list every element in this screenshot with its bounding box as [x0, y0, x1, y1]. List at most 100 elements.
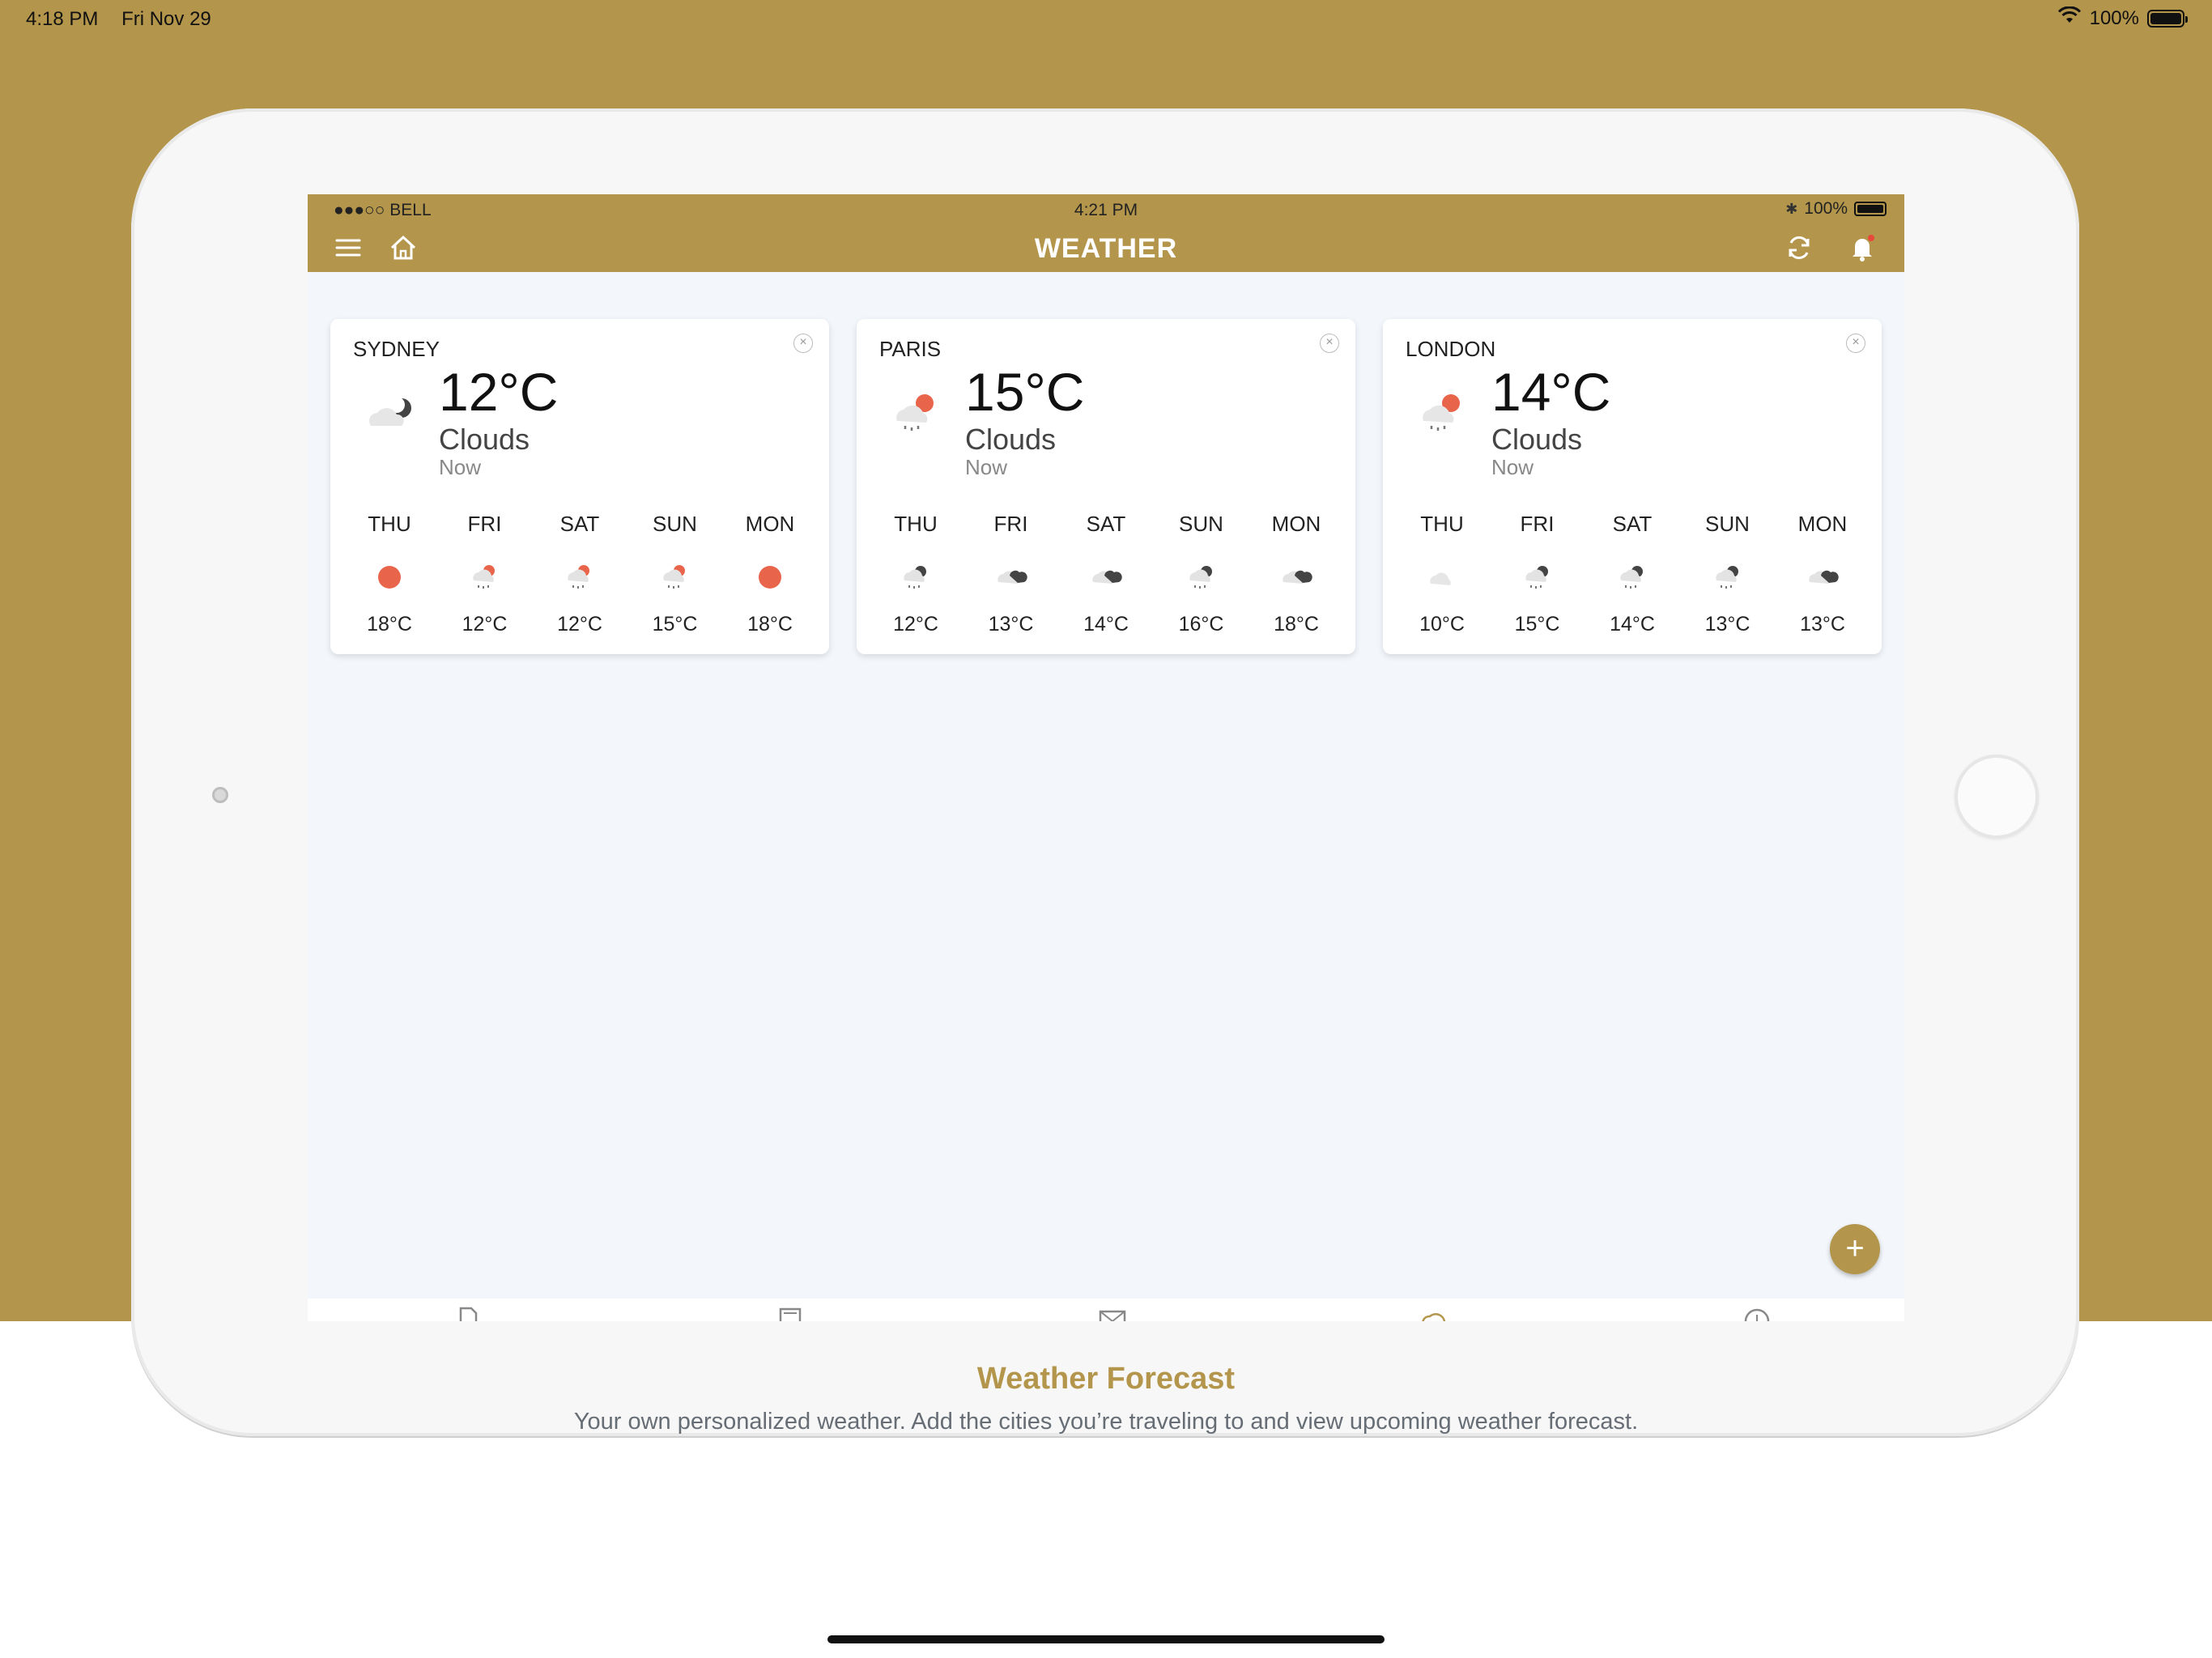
forecast-day: MON 18°C — [725, 512, 815, 636]
city-name: LONDON — [1406, 337, 1496, 361]
forecast-day-label: THU — [368, 512, 411, 536]
forecast-day: FRI 12°C — [440, 512, 530, 636]
app-header: ●●●○○ BELL 4:21 PM ✱ 100% WEATHER — [308, 194, 1904, 272]
weather-description: Clouds — [1491, 423, 1583, 456]
weather-tab-icon[interactable] — [1419, 1305, 1451, 1321]
city-name: SYDNEY — [353, 337, 440, 361]
forecast-day: MON 18°C — [1252, 512, 1341, 636]
forecast-day-label: SAT — [1086, 512, 1126, 536]
city-card-sydney[interactable]: SYDNEY × 12°C Clouds Now THU 18°C FRI 12… — [330, 319, 829, 654]
rain-night-icon — [1157, 559, 1246, 595]
forecast-day: SUN 13°C — [1683, 512, 1772, 636]
forecast-day-label: FRI — [993, 512, 1028, 536]
close-icon[interactable]: × — [1846, 334, 1865, 353]
home-indicator — [827, 1635, 1385, 1643]
forecast-row: THU 18°C FRI 12°C SAT 12°C SUN 15°C MON — [345, 512, 815, 636]
close-icon[interactable]: × — [1320, 334, 1339, 353]
caption-subtitle: Your own personalized weather. Add the c… — [573, 1409, 1639, 1435]
forecast-temp: 10°C — [1419, 613, 1465, 636]
cloud-night-icon — [1252, 559, 1341, 595]
time-label: Now — [439, 455, 482, 479]
forecast-day: FRI 15°C — [1493, 512, 1582, 636]
forecast-temp: 13°C — [1704, 613, 1750, 636]
bell-icon[interactable] — [1846, 232, 1878, 264]
rain-sun-icon — [535, 559, 624, 595]
forecast-day-label: THU — [894, 512, 938, 536]
forecast-day: FRI 13°C — [967, 512, 1056, 636]
close-icon[interactable]: × — [793, 334, 813, 353]
clock-icon[interactable] — [1741, 1305, 1773, 1321]
inner-time: 4:21 PM — [1074, 201, 1138, 219]
forecast-temp: 15°C — [652, 613, 698, 636]
forecast-temp: 13°C — [1800, 613, 1845, 636]
wifi-icon — [2057, 6, 2082, 30]
device-home-button — [1955, 755, 2039, 839]
forecast-day: SUN 16°C — [1157, 512, 1246, 636]
app-screen: ●●●○○ BELL 4:21 PM ✱ 100% WEATHER SYDNEY… — [308, 194, 1904, 1321]
forecast-day-label: FRI — [467, 512, 502, 536]
add-city-button[interactable]: + — [1830, 1224, 1880, 1274]
weather-description: Clouds — [965, 423, 1057, 456]
inner-battery-icon — [1854, 202, 1887, 216]
city-name: PARIS — [879, 337, 942, 361]
notes-icon[interactable] — [774, 1305, 806, 1321]
forecast-day-label: MON — [745, 512, 795, 536]
system-battery-percent: 100% — [2089, 6, 2139, 29]
cloud-moon-icon — [363, 389, 419, 437]
system-status-bar: 4:18 PM Fri Nov 29 100% — [0, 0, 2212, 40]
forecast-day: SAT 12°C — [535, 512, 624, 636]
mail-icon[interactable] — [1096, 1305, 1129, 1321]
forecast-day-label: THU — [1420, 512, 1464, 536]
forecast-day-label: SUN — [653, 512, 697, 536]
forecast-day-label: MON — [1271, 512, 1321, 536]
forecast-temp: 13°C — [988, 613, 1034, 636]
battery-icon — [2147, 9, 2188, 28]
sun-icon — [345, 559, 434, 595]
caption-title: Weather Forecast — [976, 1362, 1236, 1396]
forecast-temp: 12°C — [893, 613, 938, 636]
system-date: Fri Nov 29 — [121, 8, 211, 30]
nav-row: WEATHER — [308, 223, 1904, 272]
cloud-night-icon — [1778, 559, 1867, 595]
document-icon[interactable] — [452, 1305, 484, 1321]
sun-icon — [725, 559, 815, 595]
rain-night-icon — [1588, 559, 1677, 595]
forecast-temp: 14°C — [1083, 613, 1129, 636]
forecast-temp: 14°C — [1610, 613, 1655, 636]
time-label: Now — [1491, 455, 1534, 479]
bottom-tab-bar — [308, 1299, 1904, 1321]
city-card-london[interactable]: LONDON × 14°C Clouds Now THU 10°C FRI 15… — [1383, 319, 1882, 654]
bluetooth-icon: ✱ — [1785, 200, 1798, 217]
forecast-row: THU 10°C FRI 15°C SAT 14°C SUN 13°C MON — [1397, 512, 1867, 636]
rain-night-icon — [1493, 559, 1582, 595]
forecast-day-label: MON — [1797, 512, 1848, 536]
inner-status-bar: ●●●○○ BELL 4:21 PM ✱ 100% — [308, 194, 1904, 219]
forecast-temp: 12°C — [557, 613, 602, 636]
refresh-icon[interactable] — [1783, 232, 1815, 264]
rain-night-icon — [871, 559, 960, 595]
current-temp: 12°C — [439, 362, 559, 422]
forecast-day: MON 13°C — [1778, 512, 1867, 636]
page-title: WEATHER — [1034, 233, 1178, 264]
forecast-day: SAT 14°C — [1588, 512, 1677, 636]
forecast-temp: 16°C — [1178, 613, 1224, 636]
forecast-day: SUN 15°C — [631, 512, 720, 636]
rain-sun-icon — [1415, 389, 1472, 437]
forecast-temp: 18°C — [747, 613, 793, 636]
current-temp: 15°C — [965, 362, 1085, 422]
inner-battery-percent: 100% — [1804, 199, 1848, 218]
forecast-day: THU 10°C — [1397, 512, 1487, 636]
city-card-paris[interactable]: PARIS × 15°C Clouds Now THU 12°C FRI 13°… — [857, 319, 1355, 654]
forecast-temp: 18°C — [1274, 613, 1319, 636]
forecast-day-label: SAT — [1612, 512, 1653, 536]
forecast-row: THU 12°C FRI 13°C SAT 14°C SUN 16°C MON — [871, 512, 1341, 636]
camera-icon — [212, 787, 228, 803]
rain-night-icon — [1683, 559, 1772, 595]
current-temp: 14°C — [1491, 362, 1611, 422]
rain-sun-icon — [631, 559, 720, 595]
rain-sun-icon — [440, 559, 530, 595]
forecast-day-label: SUN — [1705, 512, 1750, 536]
forecast-day: SAT 14°C — [1061, 512, 1151, 636]
forecast-day: THU 12°C — [871, 512, 960, 636]
forecast-day: THU 18°C — [345, 512, 434, 636]
